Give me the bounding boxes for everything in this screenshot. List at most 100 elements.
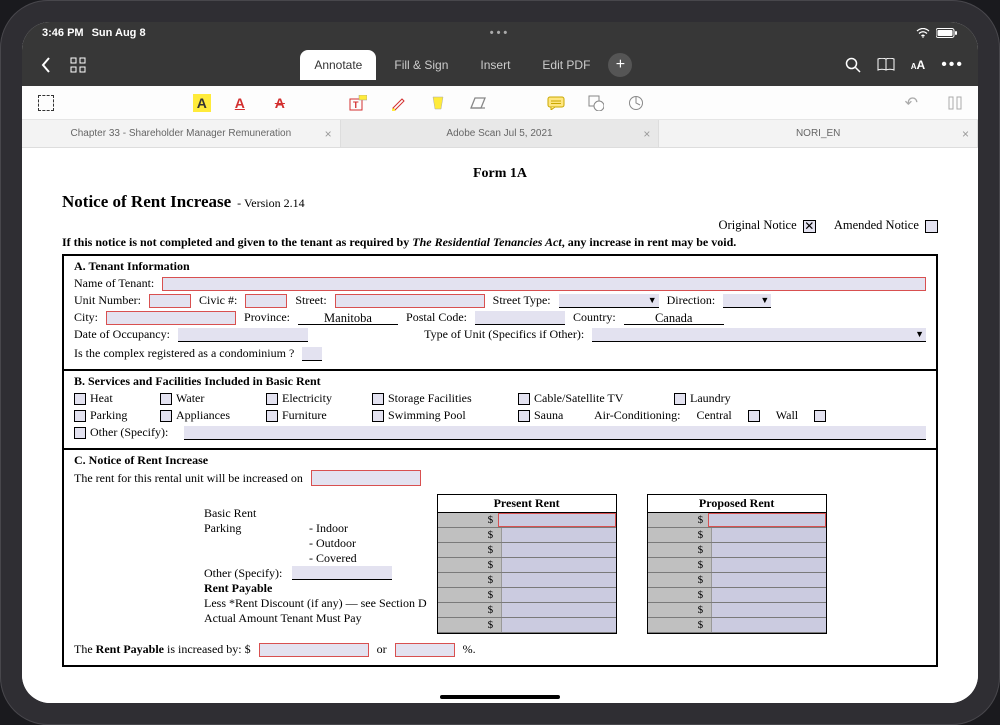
close-icon[interactable]: ×: [325, 127, 332, 141]
sauna-checkbox[interactable]: [518, 410, 530, 422]
province-value: Manitoba: [298, 311, 398, 325]
storage-checkbox[interactable]: [372, 393, 384, 405]
proposed-basic-field[interactable]: [708, 513, 826, 527]
ipad-device-frame: 3:46 PM Sun Aug 8 ••• Annotate: [0, 0, 1000, 725]
amended-notice-checkbox[interactable]: [925, 220, 938, 233]
tab-fill-sign[interactable]: Fill & Sign: [380, 50, 462, 80]
proposed-discount-field[interactable]: [711, 603, 826, 617]
section-a: A. Tenant Information Name of Tenant: Un…: [64, 256, 936, 371]
name-field[interactable]: [162, 277, 926, 291]
proposed-actual-field[interactable]: [711, 618, 826, 632]
underline-text-icon[interactable]: A: [229, 94, 251, 112]
increase-date-field[interactable]: [311, 470, 421, 486]
shape-icon[interactable]: [585, 94, 607, 112]
doc-tab-3[interactable]: NORI_EN ×: [659, 120, 978, 147]
section-b: B. Services and Facilities Included in B…: [64, 371, 936, 450]
other-spec-field[interactable]: [184, 426, 926, 440]
typeunit-dropdown[interactable]: [592, 328, 926, 342]
selection-tool-icon[interactable]: [38, 95, 54, 111]
doc-tab-label: Adobe Scan Jul 5, 2021: [446, 128, 552, 139]
increase-pct-field[interactable]: [395, 643, 455, 657]
appl-checkbox[interactable]: [160, 410, 172, 422]
doc-tab-1[interactable]: Chapter 33 - Shareholder Manager Remuner…: [22, 120, 341, 147]
close-icon[interactable]: ×: [643, 127, 650, 141]
requirement-note: If this notice is not completed and give…: [62, 235, 938, 250]
pool-checkbox[interactable]: [372, 410, 384, 422]
proposed-other-field[interactable]: [711, 573, 826, 587]
section-b-heading: B. Services and Facilities Included in B…: [74, 374, 926, 389]
occupancy-field[interactable]: [178, 328, 308, 342]
highlight-text-icon[interactable]: A: [193, 94, 211, 112]
multitask-dots-icon[interactable]: •••: [490, 27, 511, 39]
present-discount-field[interactable]: [501, 603, 616, 617]
document-tabs: Chapter 33 - Shareholder Manager Remuner…: [22, 120, 978, 148]
city-field[interactable]: [106, 311, 236, 325]
more-icon[interactable]: •••: [941, 56, 964, 74]
heat-checkbox[interactable]: [74, 393, 86, 405]
proposed-rent-table: Proposed Rent $ $ $ $ $ $ $ $: [647, 494, 827, 634]
proposed-outdoor-field[interactable]: [711, 543, 826, 557]
text-settings-icon[interactable]: AA: [911, 58, 925, 72]
streettype-dropdown[interactable]: [559, 294, 659, 308]
present-basic-field[interactable]: [498, 513, 616, 527]
unit-field[interactable]: [149, 294, 191, 308]
proposed-indoor-field[interactable]: [711, 528, 826, 542]
proposed-payable-field[interactable]: [711, 588, 826, 602]
postal-field[interactable]: [475, 311, 565, 325]
search-icon[interactable]: [845, 57, 861, 73]
present-actual-field[interactable]: [501, 618, 616, 632]
other-checkbox[interactable]: [74, 427, 86, 439]
present-payable-field[interactable]: [501, 588, 616, 602]
eraser-icon[interactable]: [467, 94, 489, 112]
back-icon[interactable]: [36, 55, 56, 75]
status-bar: 3:46 PM Sun Aug 8 •••: [22, 22, 978, 44]
proposed-covered-field[interactable]: [711, 558, 826, 572]
ac-central-checkbox[interactable]: [748, 410, 760, 422]
ac-wall-checkbox[interactable]: [814, 410, 826, 422]
present-indoor-field[interactable]: [501, 528, 616, 542]
street-field[interactable]: [335, 294, 485, 308]
thumbnails-icon[interactable]: [68, 55, 88, 75]
undo-icon[interactable]: ↶: [905, 93, 918, 113]
marker-icon[interactable]: [427, 94, 449, 112]
doc-tab-label: NORI_EN: [796, 128, 840, 139]
screen: 3:46 PM Sun Aug 8 ••• Annotate: [22, 22, 978, 703]
svg-text:T: T: [353, 100, 359, 110]
condo-field[interactable]: [302, 347, 322, 361]
close-icon[interactable]: ×: [962, 127, 969, 141]
civic-field[interactable]: [245, 294, 287, 308]
home-indicator[interactable]: [440, 695, 560, 699]
sidebar-toggle-icon[interactable]: [948, 96, 962, 110]
section-c-heading: C. Notice of Rent Increase: [74, 453, 926, 468]
increase-amount-field[interactable]: [259, 643, 369, 657]
document-page[interactable]: Form 1A Notice of Rent Increase - Versio…: [22, 148, 978, 703]
water-checkbox[interactable]: [160, 393, 172, 405]
tab-edit-pdf[interactable]: Edit PDF: [528, 50, 604, 80]
battery-icon: [936, 28, 958, 38]
tab-annotate[interactable]: Annotate: [300, 50, 376, 80]
textbox-icon[interactable]: T: [347, 94, 369, 112]
original-notice-checkbox[interactable]: ✕: [803, 220, 816, 233]
section-a-heading: A. Tenant Information: [74, 259, 926, 274]
note-icon[interactable]: [545, 94, 567, 112]
wifi-icon: [916, 28, 930, 38]
add-mode-button[interactable]: +: [608, 53, 632, 77]
strike-text-icon[interactable]: A: [269, 94, 291, 112]
present-other-field[interactable]: [501, 573, 616, 587]
name-label: Name of Tenant:: [74, 276, 154, 291]
laundry-checkbox[interactable]: [674, 393, 686, 405]
cable-checkbox[interactable]: [518, 393, 530, 405]
present-outdoor-field[interactable]: [501, 543, 616, 557]
stamp-icon[interactable]: [625, 94, 647, 112]
elec-checkbox[interactable]: [266, 393, 278, 405]
parking-checkbox[interactable]: [74, 410, 86, 422]
form-version: - Version 2.14: [237, 196, 304, 211]
doc-tab-2[interactable]: Adobe Scan Jul 5, 2021 ×: [341, 120, 660, 147]
present-covered-field[interactable]: [501, 558, 616, 572]
direction-dropdown[interactable]: [723, 294, 771, 308]
furn-checkbox[interactable]: [266, 410, 278, 422]
reader-icon[interactable]: [877, 58, 895, 72]
tab-insert[interactable]: Insert: [466, 50, 524, 80]
c-other-field[interactable]: [292, 566, 392, 580]
pen-highlight-icon[interactable]: [387, 94, 409, 112]
